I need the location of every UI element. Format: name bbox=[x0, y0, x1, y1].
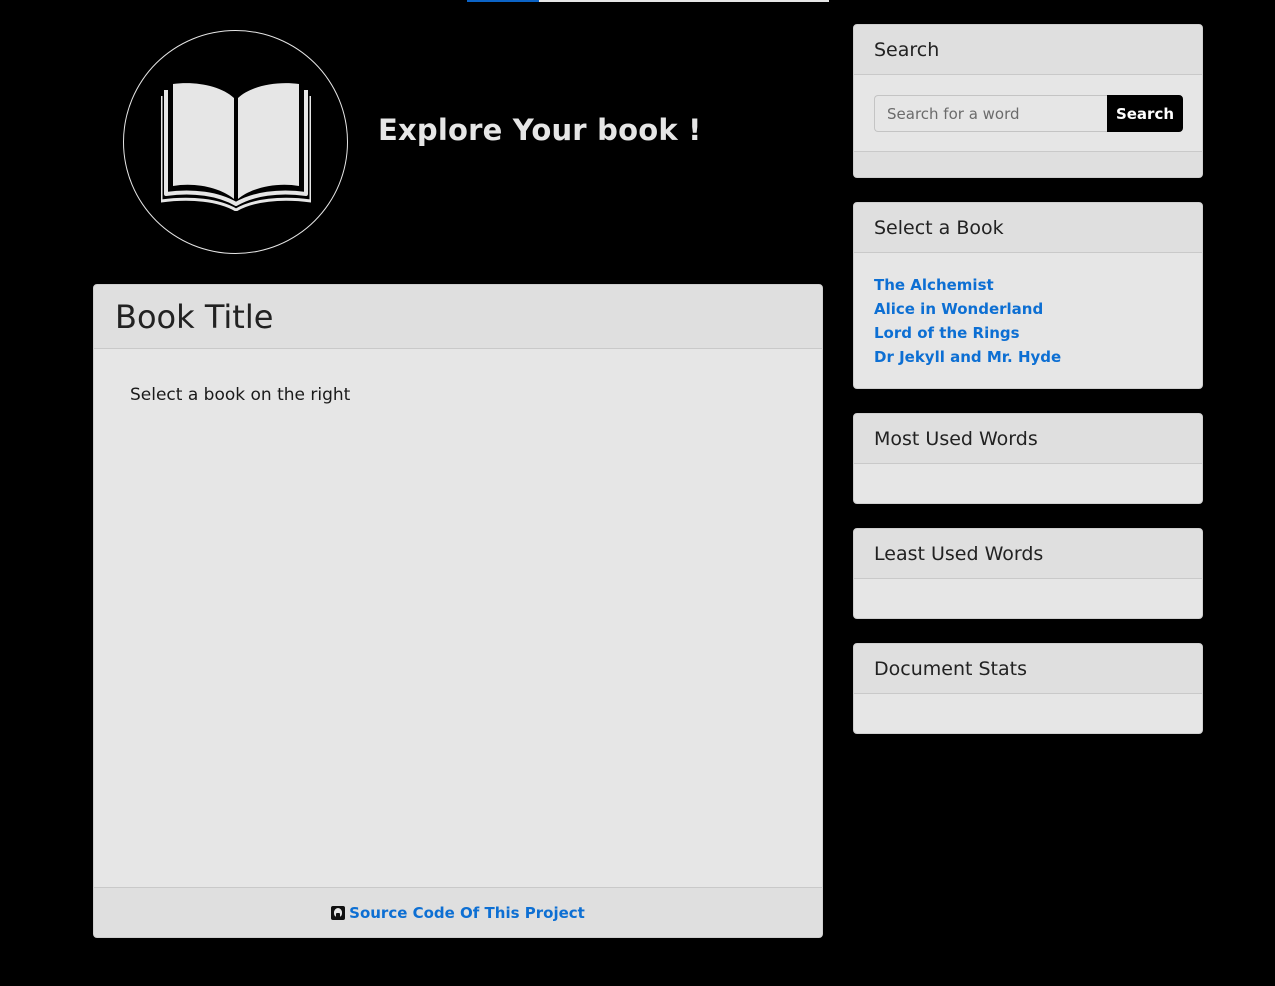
search-card-footer bbox=[854, 151, 1202, 177]
book-content-card: Book Title Select a book on the right So… bbox=[93, 284, 823, 938]
book-body-text: Select a book on the right bbox=[130, 385, 351, 405]
book-link-the-alchemist[interactable]: The Alchemist bbox=[874, 276, 994, 294]
list-item: Lord of the Rings bbox=[874, 323, 1061, 347]
book-title: Book Title bbox=[94, 285, 822, 349]
book-link-dr-jekyll[interactable]: Dr Jekyll and Mr. Hyde bbox=[874, 348, 1061, 366]
github-icon bbox=[331, 905, 346, 920]
most-used-words-card: Most Used Words bbox=[853, 413, 1203, 504]
least-used-words-card: Least Used Words bbox=[853, 528, 1203, 619]
open-book-icon bbox=[161, 83, 311, 211]
search-form: Search bbox=[874, 95, 1183, 132]
reading-progress-bar bbox=[467, 0, 829, 2]
list-item: The Alchemist bbox=[874, 275, 1061, 299]
book-link-alice-in-wonderland[interactable]: Alice in Wonderland bbox=[874, 300, 1043, 318]
book-card-footer: Source Code Of This Project bbox=[94, 887, 822, 937]
source-code-link[interactable]: Source Code Of This Project bbox=[349, 904, 585, 922]
select-book-title: Select a Book bbox=[854, 203, 1202, 253]
list-item: Dr Jekyll and Mr. Hyde bbox=[874, 347, 1061, 371]
search-button[interactable]: Search bbox=[1107, 95, 1183, 132]
search-input[interactable] bbox=[874, 95, 1107, 132]
list-item: Alice in Wonderland bbox=[874, 299, 1061, 323]
least-used-words-title: Least Used Words bbox=[854, 529, 1202, 579]
search-card: Search Search bbox=[853, 24, 1203, 178]
site-title: Explore Your book ! bbox=[378, 113, 702, 147]
document-stats-card: Document Stats bbox=[853, 643, 1203, 734]
reading-progress-fill bbox=[467, 0, 540, 2]
most-used-words-title: Most Used Words bbox=[854, 414, 1202, 464]
book-link-lord-of-the-rings[interactable]: Lord of the Rings bbox=[874, 324, 1020, 342]
logo bbox=[123, 30, 348, 254]
book-list: The Alchemist Alice in Wonderland Lord o… bbox=[874, 275, 1061, 371]
document-stats-title: Document Stats bbox=[854, 644, 1202, 694]
search-card-title: Search bbox=[854, 25, 1202, 75]
select-book-card: Select a Book The Alchemist Alice in Won… bbox=[853, 202, 1203, 389]
